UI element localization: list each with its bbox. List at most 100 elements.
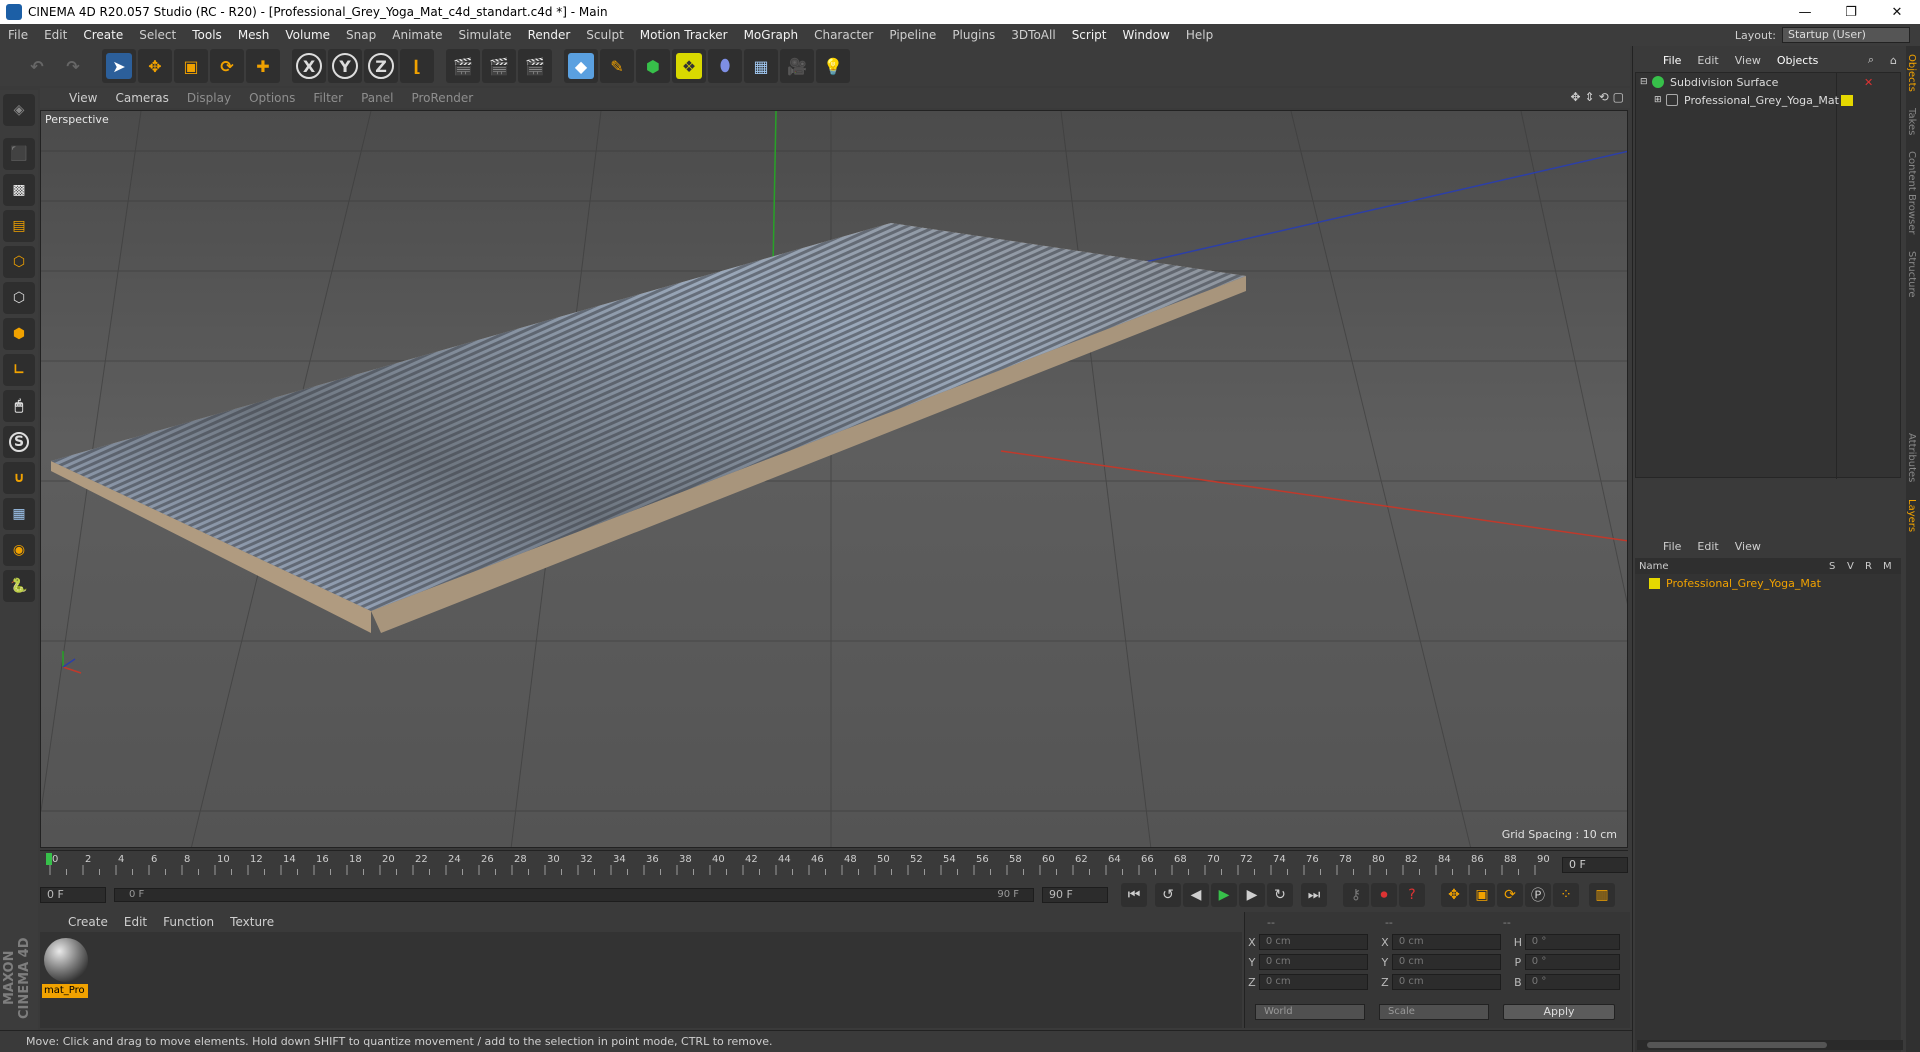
tree-row-yoga-mat[interactable]: ⊞ Professional_Grey_Yoga_Mat bbox=[1636, 91, 1900, 109]
menu-sculpt[interactable]: Sculpt bbox=[578, 28, 631, 42]
tree-row-subdivision[interactable]: ⊟ Subdivision Surface ✕ bbox=[1636, 73, 1900, 91]
prev-key-button[interactable]: ↺ bbox=[1155, 883, 1181, 907]
expand-toggle-icon[interactable]: ⊞ bbox=[1654, 95, 1666, 105]
deformer-button[interactable]: ⬮ bbox=[708, 49, 742, 83]
objects-menu-file[interactable]: File bbox=[1655, 54, 1689, 67]
play-button[interactable]: ▶ bbox=[1211, 883, 1237, 907]
objects-menu-objects[interactable]: Objects bbox=[1769, 54, 1827, 67]
subdivision-button[interactable]: ⬢ bbox=[636, 49, 670, 83]
goto-end-button[interactable]: ⏭ bbox=[1301, 883, 1327, 907]
menu-render[interactable]: Render bbox=[520, 28, 579, 42]
layers-menu-file[interactable]: File bbox=[1655, 540, 1689, 553]
menu-select[interactable]: Select bbox=[131, 28, 184, 42]
transform-tool-button[interactable]: ✚ bbox=[246, 49, 280, 83]
python-button[interactable]: 🐍 bbox=[3, 570, 35, 602]
viewport-menu-view[interactable]: View bbox=[60, 91, 106, 105]
menu-snap[interactable]: Snap bbox=[338, 28, 384, 42]
maximize-view-icon[interactable]: ▢ bbox=[1613, 90, 1624, 104]
viewport-menu-cameras[interactable]: Cameras bbox=[106, 91, 177, 105]
key-pla-button[interactable]: ⁘ bbox=[1553, 883, 1579, 907]
x-axis-lock-button[interactable]: X bbox=[292, 49, 326, 83]
rotate-tool-button[interactable]: ⟳ bbox=[210, 49, 244, 83]
menu-help[interactable]: Help bbox=[1178, 28, 1221, 42]
y-axis-lock-button[interactable]: Y bbox=[328, 49, 362, 83]
polygons-mode-button[interactable]: ⬢ bbox=[3, 318, 35, 350]
side-tab-attributes[interactable]: Attributes bbox=[1906, 425, 1917, 490]
end-frame-field[interactable]: 90 F bbox=[1042, 887, 1108, 903]
sculpt-button[interactable]: ◉ bbox=[3, 534, 35, 566]
snap-button[interactable]: ∪ bbox=[3, 462, 35, 494]
search-icon[interactable]: ⌕ bbox=[1860, 53, 1882, 67]
spline-pen-button[interactable]: ✎ bbox=[600, 49, 634, 83]
size-mode-select[interactable]: Scale bbox=[1379, 1004, 1489, 1020]
menu-plugins[interactable]: Plugins bbox=[944, 28, 1003, 42]
menu-create[interactable]: Create bbox=[75, 28, 131, 42]
pan-icon[interactable]: ✥ bbox=[1570, 90, 1580, 104]
floor-button[interactable]: ▦ bbox=[744, 49, 778, 83]
close-button[interactable]: ✕ bbox=[1874, 0, 1920, 24]
menu-mograph[interactable]: MoGraph bbox=[736, 28, 807, 42]
record-keys-button[interactable]: ⚷ bbox=[1343, 883, 1369, 907]
material-menu-edit[interactable]: Edit bbox=[116, 915, 155, 929]
axis-mode-button[interactable]: ∟ bbox=[3, 354, 35, 386]
texture-mode-button[interactable]: ▩ bbox=[3, 174, 35, 206]
delete-x-icon[interactable]: ✕ bbox=[1864, 76, 1873, 89]
timeline-ruler[interactable]: 0 2 4 6 8 10 12 14 16 18 20 22 24 26 28 30 32 34 36 38 40 42 4… bbox=[40, 850, 1628, 878]
menu-edit[interactable]: Edit bbox=[36, 28, 75, 42]
coordinate-space-select[interactable]: World bbox=[1255, 1004, 1365, 1020]
menu-pipeline[interactable]: Pipeline bbox=[881, 28, 944, 42]
size-z-field[interactable]: 0 cm bbox=[1391, 974, 1501, 990]
autokey-button[interactable]: ⏺ bbox=[1371, 883, 1397, 907]
collapse-toggle-icon[interactable]: ⊟ bbox=[1640, 77, 1652, 87]
viewport-menu-filter[interactable]: Filter bbox=[304, 91, 352, 105]
quantize-button[interactable]: ▦ bbox=[3, 498, 35, 530]
coordinate-system-button[interactable]: ⌊ bbox=[400, 49, 434, 83]
menu-tools[interactable]: Tools bbox=[184, 28, 230, 42]
pos-z-field[interactable]: 0 cm bbox=[1258, 974, 1368, 990]
menu-character[interactable]: Character bbox=[806, 28, 881, 42]
viewport-menu-options[interactable]: Options bbox=[240, 91, 304, 105]
prev-frame-button[interactable]: ◀ bbox=[1183, 883, 1209, 907]
material-menu-create[interactable]: Create bbox=[60, 915, 116, 929]
scale-tool-button[interactable]: ▣ bbox=[174, 49, 208, 83]
restore-button[interactable]: ❐ bbox=[1828, 0, 1874, 24]
goto-start-button[interactable]: ⏮ bbox=[1121, 883, 1147, 907]
home-icon[interactable]: ⌂ bbox=[1882, 54, 1905, 67]
rot-b-field[interactable]: 0 ° bbox=[1524, 974, 1620, 990]
move-tool-button[interactable]: ✥ bbox=[138, 49, 172, 83]
solo-button[interactable]: S bbox=[3, 426, 35, 458]
next-key-button[interactable]: ↻ bbox=[1267, 883, 1293, 907]
pos-y-field[interactable]: 0 cm bbox=[1258, 954, 1368, 970]
mograph-cloner-button[interactable]: ❖ bbox=[672, 49, 706, 83]
key-position-button[interactable]: ✥ bbox=[1441, 883, 1467, 907]
key-rotation-button[interactable]: ⟳ bbox=[1497, 883, 1523, 907]
layout-select[interactable]: Startup (User) bbox=[1782, 27, 1910, 43]
viewport-menu-prorender[interactable]: ProRender bbox=[402, 91, 482, 105]
pos-x-field[interactable]: 0 cm bbox=[1258, 934, 1368, 950]
perspective-viewport[interactable]: Perspective Grid Spacing : 10 cm bbox=[40, 110, 1628, 848]
redo-button[interactable]: ↷ bbox=[56, 49, 90, 83]
menu-script[interactable]: Script bbox=[1064, 28, 1115, 42]
menu-mesh[interactable]: Mesh bbox=[230, 28, 278, 42]
layers-menu-view[interactable]: View bbox=[1727, 540, 1769, 553]
dolly-icon[interactable]: ⇕ bbox=[1585, 90, 1595, 104]
preview-range-slider[interactable]: 0 F 90 F bbox=[114, 888, 1034, 902]
size-y-field[interactable]: 0 cm bbox=[1391, 954, 1501, 970]
layer-row[interactable]: Professional_Grey_Yoga_Mat bbox=[1635, 574, 1901, 592]
edges-mode-button[interactable]: ⬡ bbox=[3, 282, 35, 314]
menu-file[interactable]: File bbox=[0, 28, 36, 42]
start-frame-field[interactable]: 0 F bbox=[40, 887, 106, 903]
orbit-icon[interactable]: ⟲ bbox=[1599, 90, 1609, 104]
menu-3dtoall[interactable]: 3DToAll bbox=[1003, 28, 1063, 42]
undo-button[interactable]: ↶ bbox=[20, 49, 54, 83]
side-tab-objects[interactable]: Objects bbox=[1906, 46, 1917, 100]
camera-button[interactable]: 🎥 bbox=[780, 49, 814, 83]
menu-volume[interactable]: Volume bbox=[277, 28, 338, 42]
model-mode-button[interactable]: ⬛ bbox=[3, 138, 35, 170]
layer-color-swatch[interactable] bbox=[1841, 95, 1853, 106]
workplane-mode-button[interactable]: ▤ bbox=[3, 210, 35, 242]
keyframe-selection-button[interactable]: ? bbox=[1399, 883, 1425, 907]
material-menu-texture[interactable]: Texture bbox=[222, 915, 282, 929]
layers-menu-edit[interactable]: Edit bbox=[1689, 540, 1726, 553]
timeline-window-button[interactable]: ▥ bbox=[1589, 883, 1615, 907]
